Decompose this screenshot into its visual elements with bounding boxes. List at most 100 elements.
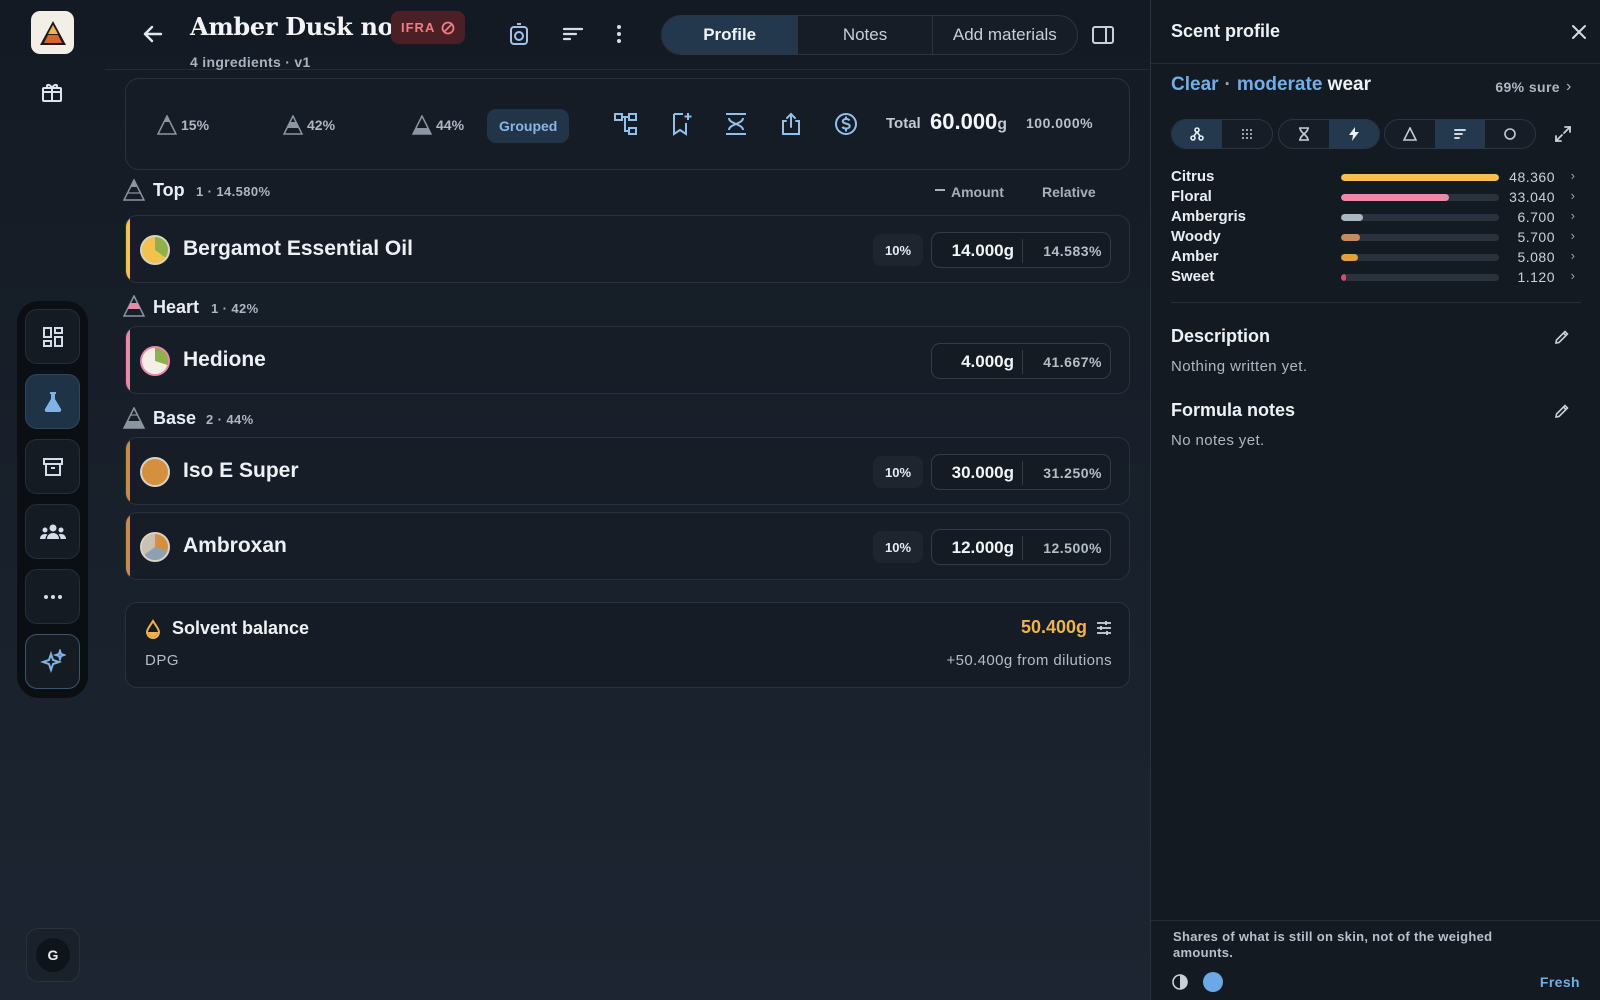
total-label: Total: [886, 115, 921, 132]
amount-column-header[interactable]: Amount: [935, 184, 1004, 200]
ingredient-amount[interactable]: 30.000g: [952, 463, 1014, 483]
ifra-badge[interactable]: IFRA: [391, 11, 466, 44]
scent-bar-row[interactable]: Sweet 1.120 ›: [1171, 268, 1581, 288]
dilution-badge[interactable]: 10%: [873, 531, 923, 563]
adjust-sliders-icon[interactable]: [1095, 619, 1113, 637]
scent-bar-row[interactable]: Woody 5.700 ›: [1171, 228, 1581, 248]
user-avatar[interactable]: G: [26, 928, 80, 982]
nav-ai-button[interactable]: [25, 634, 80, 689]
group-meta-heart: 1 · 42%: [211, 301, 259, 316]
scent-bar-row[interactable]: Citrus 48.360 ›: [1171, 168, 1581, 188]
close-icon[interactable]: [1569, 22, 1589, 42]
edit-description-icon[interactable]: [1553, 328, 1571, 346]
grouped-toggle[interactable]: Grouped: [487, 109, 570, 143]
nav-formulas-button[interactable]: [25, 374, 80, 429]
pyramid-outline-icon[interactable]: [1385, 120, 1435, 148]
ingredient-amount[interactable]: 14.000g: [952, 241, 1014, 261]
chevron-right-icon[interactable]: ›: [1571, 248, 1575, 263]
scent-bar-label: Sweet: [1171, 268, 1215, 285]
sparkles-icon: [39, 648, 66, 673]
ingredient-amount[interactable]: 4.000g: [961, 352, 1014, 372]
expand-icon[interactable]: [1553, 124, 1573, 144]
sort-icon[interactable]: [561, 22, 585, 46]
gift-icon[interactable]: [40, 80, 64, 104]
amount-divider: [1022, 350, 1023, 374]
scent-bar-label: Ambergris: [1171, 208, 1247, 225]
chevron-right-icon[interactable]: ›: [1571, 188, 1575, 203]
state-indicator[interactable]: [1203, 972, 1223, 992]
edit-notes-icon[interactable]: [1553, 402, 1571, 420]
pyramid-logo-icon: [39, 20, 66, 45]
tab-profile[interactable]: Profile: [662, 16, 799, 54]
dilution-badge[interactable]: 10%: [873, 234, 923, 266]
chevron-right-icon[interactable]: ›: [1571, 168, 1575, 183]
amount-field[interactable]: 4.000g 41.667%: [931, 343, 1111, 379]
bookmark-add-icon[interactable]: [668, 111, 694, 137]
nav-community-button[interactable]: [25, 504, 80, 559]
nav-dashboard-button[interactable]: [25, 309, 80, 364]
amount-divider: [1022, 536, 1023, 560]
chevron-right-icon[interactable]: ›: [1571, 228, 1575, 243]
ingredient-row[interactable]: Hedione 4.000g 41.667%: [125, 326, 1130, 394]
amount-field[interactable]: 14.000g 14.583%: [931, 232, 1111, 268]
footer-note: Shares of what is still on skin, not of …: [1173, 929, 1493, 960]
ingredient-amount[interactable]: 12.000g: [952, 538, 1014, 558]
ingredient-row[interactable]: Ambroxan 10% 12.000g 12.500%: [125, 512, 1130, 580]
scent-bar-fill: [1341, 174, 1499, 181]
amount-column-label: Amount: [951, 184, 1004, 200]
evaporation-icon[interactable]: [723, 111, 749, 137]
bottle-icon[interactable]: [507, 22, 531, 46]
lightning-icon[interactable]: [1329, 120, 1379, 148]
wear-level: moderate: [1236, 74, 1323, 95]
amount-field[interactable]: 30.000g 31.250%: [931, 454, 1111, 490]
group-name-heart: Heart: [153, 297, 200, 317]
divider: [1151, 920, 1600, 921]
scent-bar-label: Amber: [1171, 248, 1219, 265]
chevron-right-icon[interactable]: ›: [1571, 208, 1575, 223]
chevron-right-icon[interactable]: ›: [1566, 78, 1571, 96]
people-icon: [39, 524, 66, 539]
formula-notes-body: No notes yet.: [1171, 432, 1265, 449]
more-vertical-icon[interactable]: [607, 22, 631, 46]
heart-share: 42%: [283, 115, 335, 135]
bars-sort-icon[interactable]: [1435, 120, 1485, 148]
grid-view-icon[interactable]: [1222, 120, 1272, 148]
solvent-balance-card: Solvent balance DPG 50.400g +50.400g fro…: [125, 602, 1130, 688]
state-label[interactable]: Fresh: [1540, 974, 1580, 990]
pyramid-base-icon: [123, 407, 145, 429]
scent-bar-row[interactable]: Amber 5.080 ›: [1171, 248, 1581, 268]
scent-bar-fill: [1341, 234, 1360, 241]
nav-archive-button[interactable]: [25, 439, 80, 494]
scent-bar-row[interactable]: Floral 33.040 ›: [1171, 188, 1581, 208]
hourglass-icon[interactable]: [1279, 120, 1329, 148]
total-amount-unit: g: [997, 116, 1008, 133]
tab-add-materials[interactable]: Add materials: [933, 16, 1077, 54]
description-title: Description: [1171, 326, 1271, 346]
drop-icon: [145, 619, 161, 639]
confidence-label[interactable]: 69% sure: [1495, 79, 1560, 95]
contrast-icon[interactable]: [1171, 973, 1189, 991]
amount-field[interactable]: 12.000g 12.500%: [931, 529, 1111, 565]
nav-more-button[interactable]: [25, 569, 80, 624]
scent-bar-row[interactable]: Ambergris 6.700 ›: [1171, 208, 1581, 228]
ingredient-row[interactable]: Bergamot Essential Oil 10% 14.000g 14.58…: [125, 215, 1130, 283]
share-icon[interactable]: [778, 111, 804, 137]
group-header-top: Top 1 · 14.580% Amount Relative: [123, 178, 1130, 204]
relative-column-header[interactable]: Relative: [1042, 184, 1096, 200]
ring-icon[interactable]: [1485, 120, 1535, 148]
back-arrow-icon[interactable]: [139, 20, 167, 48]
molecules-view-icon[interactable]: [1172, 120, 1222, 148]
side-panel-toggle-icon[interactable]: [1090, 22, 1116, 48]
ingredient-row[interactable]: Iso E Super 10% 30.000g 31.250%: [125, 437, 1130, 505]
chevron-right-icon[interactable]: ›: [1571, 268, 1575, 283]
total-percent: 100.000%: [1026, 115, 1094, 131]
heart-share-value: 42%: [307, 117, 336, 133]
dilution-badge[interactable]: 10%: [873, 456, 923, 488]
divider: [1151, 63, 1600, 64]
ingredient-swatch: [140, 235, 170, 265]
cost-icon[interactable]: [833, 111, 859, 137]
ingredient-relative: 41.667%: [1043, 354, 1102, 370]
hierarchy-icon[interactable]: [613, 111, 639, 137]
app-logo[interactable]: [31, 11, 74, 54]
tab-notes[interactable]: Notes: [798, 16, 933, 54]
